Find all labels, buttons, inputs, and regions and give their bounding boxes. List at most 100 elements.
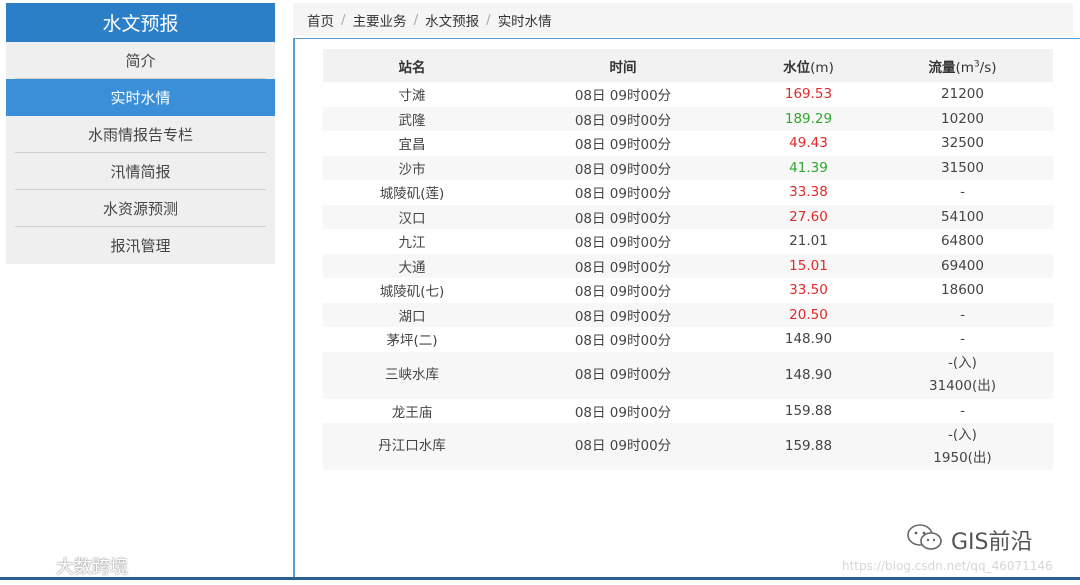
- header-flow-label: 流量: [928, 59, 956, 76]
- flow-cell: -: [872, 302, 1053, 327]
- time-cell: 08日 09时00分: [574, 235, 672, 252]
- watermark-left-text: 大数跨境: [56, 557, 128, 578]
- flow-cell: 32500: [872, 131, 1053, 156]
- station-name-cell: 湖口: [323, 302, 501, 327]
- watermark-right-text: GIS前沿: [951, 530, 1033, 555]
- station-name-cell: 九江: [398, 235, 426, 252]
- table-body: 寸滩 08日 09时00分 169.53 21200 武隆 08日 09时00分 189.2…: [323, 82, 1053, 470]
- flow-cell: -(入) 31400(出): [872, 351, 1053, 399]
- header-level-label: 水位: [783, 59, 811, 76]
- sidebar: 水文预报 简介 实时水情 水雨情报告专栏 汛情简报 水资源预测 报汛管理: [6, 3, 275, 264]
- flow-value: -(入): [948, 426, 977, 443]
- breadcrumb-separator: /: [486, 11, 491, 28]
- table-row: 城陵矶(七) 08日 09时00分 33.50 18600: [323, 278, 1053, 303]
- station-name-cell: 三峡水库: [323, 351, 501, 399]
- flow-value: 32500: [941, 135, 984, 152]
- sidebar-item-water-resource-forecast[interactable]: 水资源预测: [6, 190, 275, 227]
- watermark-right: GIS前沿: [905, 522, 1033, 558]
- time-cell: 08日 09时00分: [574, 333, 672, 350]
- main-content: 站名 时间 水位(m) 流量(m3/s) 寸滩 08日 09时00分 169.53 2…: [293, 38, 1080, 578]
- flow-cell: 31500: [872, 155, 1053, 180]
- flow-value: -: [960, 184, 965, 201]
- station-name-cell: 丹江口水库: [323, 423, 501, 470]
- flow-value: 64800: [941, 233, 984, 250]
- breadcrumb-main-business[interactable]: 主要业务: [353, 10, 407, 30]
- station-name-cell: 武隆: [323, 106, 501, 131]
- table-header-row: 站名 时间 水位(m) 流量(m3/s): [323, 49, 1053, 82]
- sidebar-title: 水文预报: [6, 3, 275, 42]
- time-cell: 08日 09时00分: [501, 302, 745, 327]
- breadcrumb: 首页 / 主要业务 / 水文预报 / 实时水情: [293, 3, 1073, 36]
- table-row: 寸滩 08日 09时00分 169.53 21200: [323, 82, 1053, 107]
- flow-value-out: 31400(出): [929, 378, 996, 394]
- water-level-cell: 169.53: [784, 86, 833, 103]
- flow-cell: 21200: [872, 82, 1053, 107]
- flow-cell: -(入) 1950(出): [872, 423, 1053, 470]
- table-row: 湖口 08日 09时00分 20.50 -: [323, 302, 1053, 327]
- sidebar-item-realtime-water[interactable]: 实时水情: [6, 79, 275, 116]
- flow-value: 10200: [941, 110, 984, 127]
- station-name-cell: 汉口: [323, 204, 501, 229]
- table-row: 宜昌 08日 09时00分 49.43 32500: [323, 131, 1053, 156]
- header-time: 时间: [501, 49, 745, 82]
- sidebar-item-flood-brief[interactable]: 汛情简报: [6, 153, 275, 190]
- watermark-url: https://blog.csdn.net/qq_46071146: [842, 559, 1053, 573]
- time-cell: 08日 09时00分: [574, 284, 672, 301]
- sidebar-item-water-rain-report[interactable]: 水雨情报告专栏: [6, 116, 275, 153]
- table-row: 丹江口水库 08日 09时00分 159.88 -(入) 1950(出): [323, 423, 1053, 470]
- flow-cell: -: [872, 327, 1053, 352]
- breadcrumb-separator: /: [413, 11, 419, 28]
- water-level-cell: 41.39: [745, 155, 872, 180]
- water-level-cell: 20.50: [745, 302, 872, 327]
- time-cell: 08日 09时00分: [501, 351, 745, 399]
- watermark-left: 大数跨境: [10, 553, 128, 579]
- water-level-cell: 148.90: [784, 331, 833, 348]
- water-level-cell: 21.01: [789, 233, 828, 250]
- breadcrumb-separator: /: [341, 11, 346, 28]
- time-cell: 08日 09时00分: [574, 404, 672, 421]
- sidebar-item-intro[interactable]: 简介: [6, 42, 275, 79]
- header-level-unit: (m): [810, 59, 834, 76]
- flow-value: 18600: [941, 282, 984, 299]
- water-table: 站名 时间 水位(m) 流量(m3/s) 寸滩 08日 09时00分 169.53 2…: [323, 49, 1053, 470]
- time-cell: 08日 09时00分: [501, 106, 745, 131]
- breadcrumb-home[interactable]: 首页: [307, 10, 334, 30]
- flow-cell: 54100: [872, 204, 1053, 229]
- wechat-icon: [905, 522, 945, 558]
- table-row: 大通 08日 09时00分 15.01 69400: [323, 253, 1053, 278]
- water-level-cell: 33.50: [789, 282, 828, 299]
- flow-value: -: [960, 331, 965, 348]
- flow-value-out: 1950(出): [933, 449, 992, 466]
- table-row: 龙王庙 08日 09时00分 159.88 -: [323, 399, 1053, 424]
- breadcrumb-current: 实时水情: [497, 13, 552, 30]
- table-row: 汉口 08日 09时00分 27.60 54100: [323, 204, 1053, 229]
- station-name-cell: 龙王庙: [391, 404, 433, 421]
- water-level-cell: 15.01: [745, 253, 872, 278]
- table-row: 武隆 08日 09时00分 189.29 10200: [323, 106, 1053, 131]
- water-level-cell: 27.60: [745, 204, 872, 229]
- breadcrumb-hydro-forecast[interactable]: 水文预报: [425, 10, 479, 30]
- station-name-cell: 大通: [323, 253, 501, 278]
- table-row: 城陵矶(莲) 08日 09时00分 33.38 -: [323, 180, 1053, 205]
- flow-cell: -: [872, 180, 1053, 205]
- station-name-cell: 城陵矶(七): [379, 284, 445, 301]
- station-name-cell: 寸滩: [398, 88, 426, 105]
- table-row: 茅坪(二) 08日 09时00分 148.90 -: [323, 327, 1053, 352]
- header-flow-unit-pre: (m: [955, 59, 974, 76]
- time-cell: 08日 09时00分: [501, 155, 745, 180]
- header-station: 站名: [323, 49, 501, 82]
- water-level-cell: 49.43: [789, 135, 828, 152]
- flow-value: 69400: [941, 257, 984, 274]
- flow-value: 54100: [941, 208, 984, 225]
- flow-cell: -: [872, 399, 1053, 424]
- station-name-cell: 沙市: [323, 155, 501, 180]
- flow-value: 31500: [941, 159, 984, 176]
- time-cell: 08日 09时00分: [574, 137, 672, 154]
- water-level-cell: 159.88: [784, 402, 833, 419]
- station-name-cell: 宜昌: [398, 137, 426, 154]
- sidebar-item-flood-report-manage[interactable]: 报汛管理: [6, 227, 275, 264]
- header-flow: 流量(m3/s): [872, 49, 1053, 82]
- water-level-cell: 148.90: [745, 351, 872, 399]
- flow-value: -: [960, 306, 965, 323]
- table-row: 三峡水库 08日 09时00分 148.90 -(入) 31400(出): [323, 351, 1053, 399]
